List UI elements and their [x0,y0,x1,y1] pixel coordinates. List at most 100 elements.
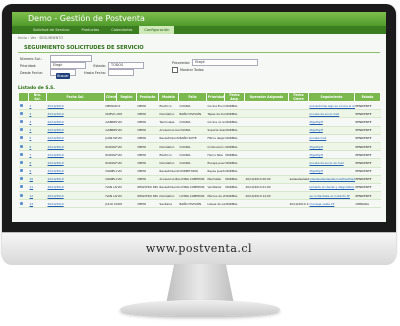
row-action-cell[interactable] [18,101,29,111]
table-cell[interactable]: 22/10/2010 [46,142,105,152]
row-action-cell[interactable] [18,134,29,143]
table-cell[interactable]: 22/10/2010 [46,117,105,127]
edit-icon[interactable] [19,201,23,205]
tab-calendarios[interactable]: Calendarios [106,26,137,34]
table-cell: VIII [116,175,137,184]
table-cell: Eléctrico [158,150,179,160]
table-cell: prueba mail [308,134,355,143]
table-row[interactable]: 822/10/2010RODOLFO SILVA VALENCIAVIIIDEM… [18,158,381,168]
mostrar-todos-checkbox[interactable] [172,67,178,73]
tab-configuracion[interactable]: Configuración [139,26,175,34]
table-cell: PENDIENTE [354,191,381,201]
table-cell [244,101,289,111]
table-cell[interactable]: 22/10/2010 [46,175,105,184]
table-row[interactable]: 722/10/2010RODOLFO SILVA VALENCIAVIIIDEM… [18,150,381,160]
row-action-cell[interactable] [18,126,29,135]
col-icon [18,92,29,102]
table-cell: sdasdasdasdasdasd asdfasdfasdf [308,175,355,184]
proveedor-select[interactable]: Elegir [192,59,259,66]
table-cell: dfgsdfgdf [308,167,355,176]
table-cell[interactable]: 2 [28,109,47,119]
table-cell[interactable]: 25/10/2010 [46,101,105,111]
brand-url: www.postventa.cl [145,242,253,255]
estado-select[interactable]: TODOS [108,62,144,69]
table-row[interactable]: 125/10/2010DEMIAN ALVAREZIXDEMOElectrico… [18,101,381,111]
hasta-date-input[interactable] [108,69,134,76]
table-row[interactable]: 922/10/2010DANIELA VAN ZUNDERT MENHOLDTV… [18,167,381,176]
app-title-bar: Demo - Gestión de Postventa [12,12,386,26]
prioridad-select[interactable]: Elegir [50,62,86,69]
edit-icon[interactable] [19,111,23,115]
table-cell: NORMAL [224,191,245,201]
row-action-cell[interactable] [18,117,29,127]
row-action-cell[interactable] [18,150,29,160]
table-cell[interactable]: 5 [28,134,47,143]
table-cell: dfgsdfgdf [308,117,355,127]
table-cell[interactable]: 13 [28,199,47,209]
numero-input[interactable] [50,55,92,62]
edit-icon[interactable] [19,136,23,140]
table-cell[interactable]: 6 [28,142,47,152]
table-cell[interactable]: 22/10/2010 [46,126,105,135]
table-cell[interactable]: 22/10/2010 [46,134,105,143]
row-action-cell[interactable] [18,158,29,168]
table-row[interactable]: 522/10/2010JUAN MANUEL TELLO GONZÁLEZVII… [18,134,381,143]
buscar-button[interactable]: Buscar [56,73,70,79]
edit-icon[interactable] [19,144,23,148]
table-cell[interactable]: 11 [28,183,47,193]
table-row[interactable]: 1022/10/2010DANIELA SOTO ROSALESVIIIDEMO… [18,175,381,184]
breadcrumb: Inicio › Ver · SEGUIMIENTO [18,36,63,40]
table-cell[interactable]: 20/10/2010 [46,183,105,193]
edit-icon[interactable] [19,152,23,156]
table-cell[interactable]: 7 [28,150,47,160]
table-cell[interactable]: 25/10/2010 [46,109,105,119]
table-row[interactable]: 1320/10/2010JULIO CORRAL DE LÓPEZRMDEMOS… [18,199,381,209]
row-action-cell[interactable] [18,191,29,201]
tab-productos[interactable]: Productos [76,26,104,34]
table-cell: Doméstico [158,191,179,201]
table-cell: asdasdasdasda de Habitación de Servicio [288,175,309,184]
table-row[interactable]: 225/10/2010NUEVO ALEJANDRO FRANCISCO IBA… [18,109,381,119]
row-action-cell[interactable] [18,175,29,184]
table-cell[interactable]: 8 [28,158,47,168]
table-cell: mensaje oeste 1P [308,199,355,209]
edit-icon[interactable] [19,185,23,189]
table-row[interactable]: 1120/10/2010IVAN LARAVIIIREGISTRO DEL AM… [18,183,381,193]
table-cell[interactable]: 1 [28,101,47,111]
monitor-stand-neck [166,264,234,304]
table-cell: Sanitaria [158,199,179,209]
edit-icon[interactable] [19,119,23,123]
edit-icon[interactable] [19,103,23,107]
edit-icon[interactable] [19,193,23,197]
table-cell[interactable]: 22/10/2010 [46,167,105,176]
table-cell[interactable]: 22/10/2010 [46,158,105,168]
table-cell[interactable]: 10 [28,175,47,184]
table-cell: REGISTRO DEL AMPERES [136,191,159,201]
edit-icon[interactable] [19,128,23,132]
row-action-cell[interactable] [18,183,29,193]
table-cell: RODOLFO SILVA VALENCIA [104,158,117,168]
tab-solicitud[interactable]: Solicitud de Servicio [28,26,74,34]
edit-icon[interactable] [19,160,23,164]
table-row[interactable]: 622/10/2010RODOLFO SILVA VALENCIAVIIIDEM… [18,142,381,152]
edit-icon[interactable] [19,177,23,181]
row-action-cell[interactable] [18,142,29,152]
table-cell[interactable]: 3 [28,117,47,127]
table-cell[interactable]: 20/10/2010 [46,191,105,201]
edit-icon[interactable] [19,169,23,173]
table-cell[interactable]: 4 [28,126,47,135]
table-cell: COCINA [178,101,207,111]
row-action-cell[interactable] [18,109,29,119]
table-row[interactable]: 322/10/2010GABRIEL CONTRERAS PEÑAVIIIDEM… [18,117,381,127]
table-cell[interactable]: 12 [28,191,47,201]
table-cell[interactable]: 22/10/2010 [46,150,105,160]
solicitudes-table: Nro. Sol. Fecha Sol. Cliente Región Prod… [18,92,381,209]
table-row[interactable]: 422/10/2010GABRIEL CONTRERAS PEÑAVIIIDEM… [18,126,381,135]
row-action-cell[interactable] [18,199,29,209]
row-action-cell[interactable] [18,167,29,176]
table-cell[interactable]: 9 [28,167,47,176]
table-cell: DEMO [136,109,159,119]
table-cell[interactable]: 20/10/2010 [46,199,105,209]
table-row[interactable]: 1220/10/2010IVAN LARAVIIIREGISTRO DEL AM… [18,191,381,201]
hasta-label: Hasta Fecha: [84,70,106,75]
